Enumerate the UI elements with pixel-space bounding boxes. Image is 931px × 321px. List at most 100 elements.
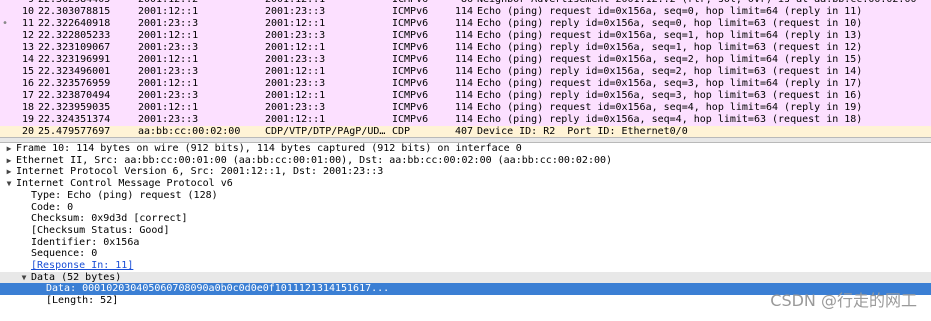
packet-length: 114 (454, 102, 473, 113)
packet-info: Echo (ping) request id=0x156a, seq=0, ho… (477, 6, 863, 17)
packet-row[interactable]: 17 22.323870494 2001:23::3 2001:12::1 ICMPv6… (0, 90, 931, 102)
packet-protocol: CDP (392, 126, 411, 137)
packet-no: 19 (21, 114, 34, 125)
packet-time: 25.479577697 (38, 126, 111, 137)
packet-time: 22.323109067 (38, 42, 111, 53)
tree-node[interactable]: ▼ Data (52 bytes) (0, 271, 931, 284)
tree-label: Frame 10: 114 bytes on wire (912 bits), … (16, 143, 522, 154)
packet-destination: 2001:12::1 (265, 18, 326, 29)
tree-field[interactable]: Sequence: 0 (0, 248, 931, 260)
packet-no: 15 (21, 66, 34, 77)
packet-destination: 2001:12::1 (265, 90, 326, 101)
expand-arrow-icon[interactable]: ▶ (4, 166, 14, 178)
tree-field[interactable]: Checksum: 0x9d3d [correct] (0, 213, 931, 225)
packet-row[interactable]: 20 25.479577697 aa:bb:cc:00:02:00 CDP/VTP/D… (0, 126, 931, 137)
packet-row[interactable]: 12 22.322805233 2001:12::1 2001:23::3 ICMPv6… (0, 30, 931, 42)
packet-info: Echo (ping) reply id=0x156a, seq=2, hop … (477, 66, 863, 77)
packet-destination: 2001:12::1 (265, 114, 326, 125)
tree-label: Data (52 bytes) (31, 271, 122, 283)
packet-protocol: ICMPv6 (392, 78, 429, 89)
packet-row[interactable]: 19 22.324351374 2001:23::3 2001:12::1 ICMPv6… (0, 114, 931, 126)
packet-row[interactable]: 15 22.323496001 2001:23::3 2001:12::1 ICMPv6… (0, 66, 931, 78)
packet-protocol: ICMPv6 (392, 54, 429, 65)
packet-row[interactable]: 18 22.323959035 2001:12::1 2001:23::3 ICMPv6… (0, 102, 931, 114)
tree-field[interactable]: [Checksum Status: Good] (0, 225, 931, 237)
packet-no: 18 (21, 102, 34, 113)
packet-protocol: ICMPv6 (392, 102, 429, 113)
packet-protocol: ICMPv6 (392, 6, 429, 17)
packet-row[interactable]: 14 22.323196991 2001:12::1 2001:23::3 ICMPv6… (0, 54, 931, 66)
packet-time: 22.323870494 (38, 90, 111, 101)
packet-length: 114 (454, 6, 473, 17)
packet-destination: 2001:23::3 (265, 102, 326, 113)
packet-time: 22.322640918 (38, 18, 111, 29)
tree-label: Internet Control Message Protocol v6 (16, 178, 233, 190)
packet-info: Echo (ping) reply id=0x156a, seq=4, hop … (477, 114, 863, 125)
packet-time: 22.324351374 (38, 114, 111, 125)
packet-length: 114 (454, 78, 473, 89)
packet-time: 22.323959035 (38, 102, 111, 113)
packet-destination: 2001:12::1 (265, 42, 326, 53)
tree-label: [Length: 52] (46, 295, 119, 307)
tree-node[interactable]: ▼ Internet Control Message Protocol v6 (0, 178, 931, 190)
packet-info: Echo (ping) reply id=0x156a, seq=3, hop … (477, 90, 863, 101)
tree-label: Code: 0 (31, 201, 74, 213)
tree-field[interactable]: Type: Echo (ping) request (128) (0, 190, 931, 202)
tree-node[interactable]: ▶ Ethernet II, Src: aa:bb:cc:00:01:00 (aa… (0, 155, 931, 167)
packet-destination: CDP/VTP/DTP/PAgP/UD… (265, 126, 386, 137)
packet-length: 114 (454, 42, 473, 53)
packet-list[interactable]: 922.3029844052001:12::22001:12::1ICMPv68… (0, 0, 931, 137)
packet-time: 22.323576959 (38, 78, 111, 89)
tree-field[interactable]: [Response In: 11] (0, 260, 931, 272)
packet-length: 407 (454, 126, 473, 137)
packet-source: 2001:23::3 (138, 66, 199, 77)
packet-no: 17 (21, 90, 34, 101)
packet-no: 14 (21, 54, 34, 65)
related-packet-marker-icon: • (2, 18, 9, 29)
collapse-arrow-icon[interactable]: ▼ (19, 272, 29, 284)
tree-label: Data: 000102030405060708090a0b0c0d0e0f10… (46, 283, 390, 295)
packet-protocol: ICMPv6 (392, 90, 429, 101)
packet-row[interactable]: 16 22.323576959 2001:12::1 2001:23::3 ICMPv6… (0, 78, 931, 90)
packet-source: 2001:23::3 (138, 42, 199, 53)
tree-field[interactable]: Identifier: 0x156a (0, 237, 931, 249)
packet-length: 114 (454, 54, 473, 65)
packet-protocol: ICMPv6 (392, 18, 429, 29)
expand-arrow-icon[interactable]: ▶ (4, 143, 14, 155)
packet-source: 2001:23::3 (138, 18, 199, 29)
packet-row[interactable]: 13 22.323109067 2001:23::3 2001:12::1 ICMPv6… (0, 42, 931, 54)
packet-info: Echo (ping) request id=0x156a, seq=2, ho… (477, 54, 863, 65)
packet-length: 114 (454, 18, 473, 29)
tree-label: Type: Echo (ping) request (128) (31, 189, 218, 201)
collapse-arrow-icon[interactable]: ▼ (4, 178, 14, 190)
packet-destination: 2001:12::1 (265, 66, 326, 77)
packet-protocol: ICMPv6 (392, 42, 429, 53)
packet-source: 2001:12::1 (138, 54, 199, 65)
packet-time: 22.323196991 (38, 54, 111, 65)
packet-no: 12 (21, 30, 34, 41)
packet-protocol: ICMPv6 (392, 66, 429, 77)
packet-info: Echo (ping) request id=0x156a, seq=3, ho… (477, 78, 863, 89)
tree-field[interactable]: Code: 0 (0, 202, 931, 214)
packet-destination: 2001:23::3 (265, 6, 326, 17)
expand-arrow-icon[interactable]: ▶ (4, 155, 14, 167)
packet-no: 20 (21, 126, 34, 137)
tree-node[interactable]: ▶ Frame 10: 114 bytes on wire (912 bits),… (0, 143, 931, 155)
tree-node[interactable]: ▶ Internet Protocol Version 6, Src: 2001:… (0, 166, 931, 178)
tree-label: Identifier: 0x156a (31, 236, 140, 248)
packet-source: 2001:23::3 (138, 114, 199, 125)
watermark: CSDN @行走的网工 (770, 291, 917, 310)
tree-label: Internet Protocol Version 6, Src: 2001:1… (16, 166, 384, 178)
packet-info: Device ID: R2 Port ID: Ethernet0/0 (477, 126, 688, 137)
packet-time: 22.303078815 (38, 6, 111, 17)
packet-source: 2001:12::1 (138, 102, 199, 113)
packet-length: 114 (454, 90, 473, 101)
packet-destination: 2001:23::3 (265, 78, 326, 89)
packet-destination: 2001:23::3 (265, 54, 326, 65)
packet-source: aa:bb:cc:00:02:00 (138, 126, 241, 137)
packet-row[interactable]: 10 22.303078815 2001:12::1 2001:23::3 ICMPv6… (0, 6, 931, 18)
packet-info: Echo (ping) request id=0x156a, seq=4, ho… (477, 102, 863, 113)
response-link[interactable]: [Response In: 11] (31, 260, 133, 272)
packet-row[interactable]: 11 22.322640918 2001:23::3 2001:12::1 ICMPv6… (0, 18, 931, 30)
tree-label: Ethernet II, Src: aa:bb:cc:00:01:00 (aa:… (16, 154, 613, 166)
